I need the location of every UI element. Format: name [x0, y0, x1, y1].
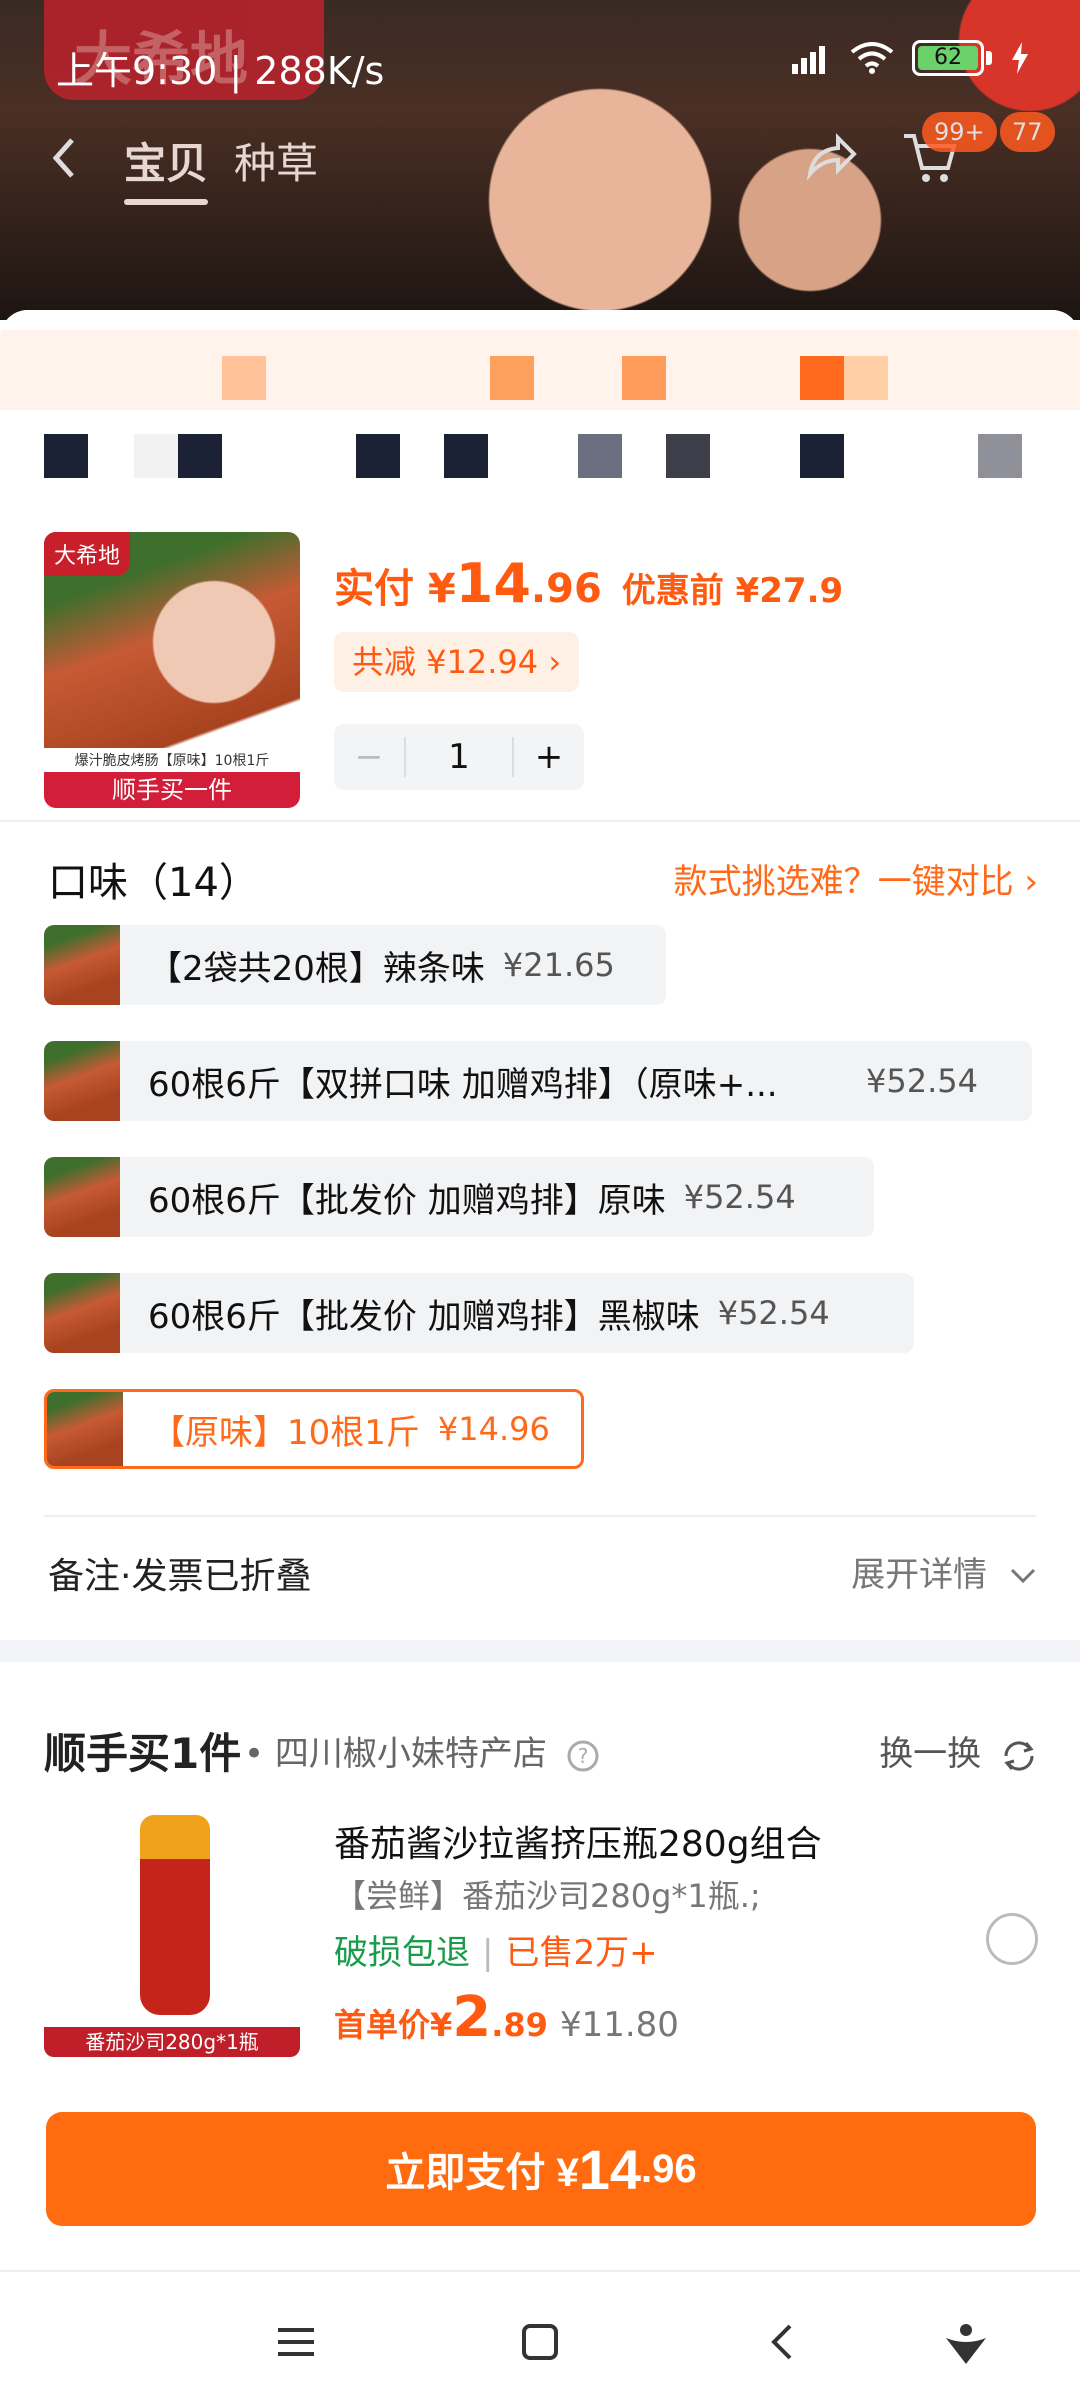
thumb-tag: 顺手买一件	[44, 772, 300, 808]
pay-dec: .96	[641, 2146, 697, 2191]
store-name: • 四川椒小妹特产店 ?	[244, 1726, 600, 1775]
system-nav-bar	[0, 2270, 1080, 2400]
flavor-option[interactable]: 60根6斤【批发价 加赠鸡排】黑椒味 ¥52.54	[44, 1273, 914, 1353]
home-icon[interactable]	[510, 2312, 570, 2372]
quantity-value[interactable]: 1	[404, 737, 514, 777]
section-gap	[0, 1640, 1080, 1662]
tab-product[interactable]: 宝贝	[124, 130, 209, 205]
store-label: • 四川椒小妹特产店	[244, 1734, 547, 1774]
wifi-icon	[850, 42, 894, 74]
option-thumbnail	[47, 1392, 123, 1466]
ketchup-bottle-image	[140, 1815, 210, 2015]
battery-icon: 62	[912, 40, 992, 76]
expand-label: 展开详情	[851, 1555, 988, 1595]
flavor-option[interactable]: 60根6斤【批发价 加赠鸡排】原味 ¥52.54	[44, 1157, 874, 1237]
charging-icon	[1012, 42, 1028, 74]
flavor-option[interactable]: 【2袋共20根】辣条味 ¥21.65	[44, 925, 666, 1005]
addon-price-int: 2	[452, 1985, 492, 2050]
addon-tags: 破损包退 | 已售2万+	[334, 1933, 658, 1973]
selected-product: 大希地 爆汁脆皮烤肠【原味】10根1斤 顺手买一件 实付 ¥14.96 优惠前 ¥…	[44, 532, 1044, 822]
addon-name: 番茄酱沙拉酱挤压瓶280g组合	[334, 1824, 822, 1865]
swap-button[interactable]: 换一换	[879, 1726, 1038, 1775]
coupon-banner-blurred	[0, 310, 1080, 410]
sku-sheet: 大希地 爆汁脆皮烤肠【原味】10根1斤 顺手买一件 实付 ¥14.96 优惠前 ¥…	[0, 310, 1080, 2270]
svg-text:?: ?	[577, 1744, 588, 1768]
battery-level: 62	[918, 46, 978, 70]
option-label: 60根6斤【批发价 加赠鸡排】原味	[148, 1180, 666, 1221]
option-price: ¥52.54	[866, 1062, 978, 1100]
option-price: ¥14.96	[437, 1410, 550, 1448]
option-price: ¥52.54	[683, 1178, 796, 1216]
status-time: 上午9:30 | 288K/s	[56, 49, 385, 93]
cart-count-badge: 99+	[922, 112, 997, 152]
buy-one-more-title: 顺手买1件	[44, 1729, 242, 1778]
total-discount-button[interactable]: 共减 ¥12.94 ›	[334, 632, 580, 692]
flavor-header: 口味（14） 款式挑选难？一键对比 ›	[48, 850, 1038, 910]
original-price: 优惠前 ¥27.9	[621, 571, 844, 611]
signal-icon	[792, 46, 825, 74]
swap-label: 换一换	[879, 1734, 982, 1774]
increase-button[interactable]: +	[514, 737, 584, 777]
flavor-option-selected[interactable]: 【原味】10根1斤 ¥14.96	[44, 1389, 584, 1469]
product-thumbnail[interactable]: 大希地 爆汁脆皮烤肠【原味】10根1斤 顺手买一件	[44, 532, 300, 808]
divider	[44, 1515, 1036, 1517]
paid-dec: .96	[530, 566, 602, 612]
option-label: 60根6斤【双拼口味 加赠鸡排】（原味+...	[148, 1064, 778, 1105]
buy-one-more-header: 顺手买1件 • 四川椒小妹特产店 ? 换一换	[44, 1720, 1038, 1780]
option-price: ¥52.54	[717, 1294, 830, 1332]
addon-price-dec: .89	[491, 2006, 548, 2044]
addon-product[interactable]: 番茄沙司280g*1瓶 番茄酱沙拉酱挤压瓶280g组合 【尝鲜】番茄沙司280g…	[44, 1805, 1038, 2075]
pay-int: 14	[578, 2137, 642, 2201]
addon-select-radio[interactable]	[986, 1913, 1038, 1965]
paid-int: 14	[455, 552, 531, 615]
thumb-logo: 大希地	[44, 532, 131, 576]
message-count-badge: 77	[1000, 112, 1055, 152]
tab-recommend[interactable]: 种草	[234, 130, 318, 191]
addon-spec: 【尝鲜】番茄沙司280g*1瓶.;	[334, 1877, 761, 1915]
option-thumbnail	[44, 1041, 120, 1121]
divider	[0, 820, 1080, 822]
top-nav: 宝贝 种草 99+ 77	[0, 112, 1080, 205]
status-icons: 62	[792, 40, 1030, 76]
addon-thumbnail: 番茄沙司280g*1瓶	[44, 1805, 300, 2057]
status-bar: 上午9:30 | 288K/s 62	[0, 0, 1080, 120]
option-thumbnail	[44, 1157, 120, 1237]
share-icon[interactable]	[800, 126, 860, 186]
flavor-title: 口味（14）	[48, 860, 259, 906]
decrease-button[interactable]: −	[334, 737, 404, 777]
option-label: 【2袋共20根】辣条味	[148, 948, 485, 989]
paid-price: 实付 ¥14.96 优惠前 ¥27.9	[334, 552, 843, 615]
menu-icon[interactable]	[266, 2312, 326, 2372]
help-icon[interactable]: ?	[566, 1739, 600, 1773]
back-arrow-icon[interactable]	[44, 118, 84, 198]
remark-label: 备注·发票已折叠	[48, 1556, 312, 1597]
return-tag: 破损包退	[334, 1933, 470, 1973]
back-icon[interactable]	[754, 2312, 814, 2372]
expand-details[interactable]: 展开详情	[851, 1547, 1038, 1596]
flavor-option[interactable]: 60根6斤【双拼口味 加赠鸡排】（原味+... ¥52.54	[44, 1041, 1032, 1121]
option-price: ¥21.65	[502, 946, 615, 984]
addon-price-label: 首单价¥	[334, 2006, 453, 2044]
addon-thumb-tag: 番茄沙司280g*1瓶	[44, 2027, 300, 2057]
paid-label: 实付 ¥	[334, 566, 456, 612]
compare-link[interactable]: 款式挑选难？一键对比 ›	[674, 854, 1038, 903]
remark-row[interactable]: 备注·发票已折叠 展开详情	[48, 1535, 1038, 1605]
promo-row-blurred	[0, 420, 1080, 490]
option-thumbnail	[44, 925, 120, 1005]
assistant-icon[interactable]	[936, 2312, 996, 2372]
option-thumbnail	[44, 1273, 120, 1353]
quantity-stepper: − 1 +	[334, 724, 584, 790]
sold-tag: 已售2万+	[505, 1933, 658, 1973]
addon-price: 首单价¥2.89 ¥11.80	[334, 1985, 679, 2050]
option-label: 60根6斤【批发价 加赠鸡排】黑椒味	[148, 1296, 700, 1337]
thumb-caption: 爆汁脆皮烤肠【原味】10根1斤	[44, 748, 300, 772]
option-label: 【原味】10根1斤	[151, 1412, 420, 1453]
pay-label: 立即支付 ¥	[385, 2151, 579, 2195]
addon-old-price: ¥11.80	[559, 2005, 679, 2045]
refresh-icon	[1004, 1740, 1034, 1771]
chevron-down-icon	[1010, 1568, 1036, 1584]
pay-now-button[interactable]: 立即支付 ¥14.96	[46, 2112, 1036, 2226]
